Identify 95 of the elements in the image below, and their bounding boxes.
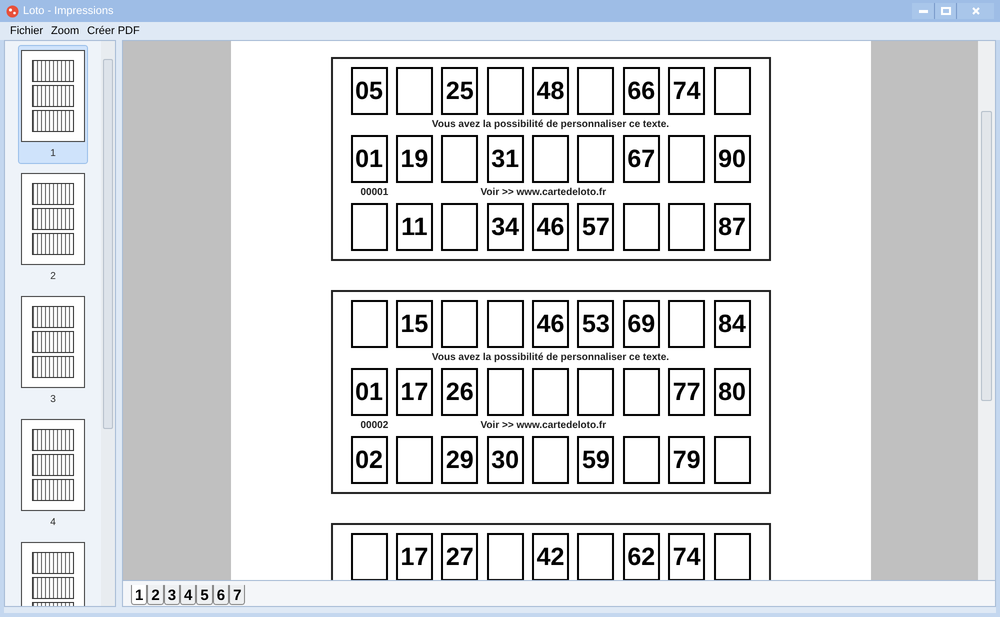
thumbnail-label: 3 bbox=[50, 393, 56, 407]
number-cell bbox=[577, 67, 614, 115]
number-cell: 80 bbox=[714, 368, 750, 416]
page-tab[interactable]: 4 bbox=[180, 585, 196, 605]
number-cell: 87 bbox=[714, 203, 750, 251]
number-cell bbox=[486, 67, 524, 115]
number-cell bbox=[668, 203, 706, 251]
number-cell bbox=[396, 436, 433, 484]
number-cell bbox=[622, 436, 660, 484]
number-cell: 05 bbox=[350, 67, 388, 115]
minimize-button[interactable] bbox=[912, 3, 934, 19]
number-cell: 30 bbox=[486, 436, 524, 484]
number-cell bbox=[486, 300, 524, 348]
scrollbar-thumb[interactable] bbox=[103, 59, 113, 429]
number-cell: 67 bbox=[622, 135, 660, 183]
number-cell bbox=[668, 300, 706, 348]
number-cell bbox=[350, 300, 388, 348]
thumbnail-label: 1 bbox=[50, 147, 56, 161]
page-thumbnail[interactable]: 4 bbox=[18, 414, 88, 533]
number-cell bbox=[622, 368, 660, 416]
number-cell: 01 bbox=[350, 135, 388, 183]
number-cell: 66 bbox=[622, 67, 660, 115]
vertical-scrollbar[interactable] bbox=[978, 41, 995, 580]
menu-item[interactable]: Zoom bbox=[51, 22, 80, 40]
maximize-icon bbox=[940, 7, 950, 15]
number-cell: 53 bbox=[577, 300, 614, 348]
number-cell: 62 bbox=[622, 533, 660, 580]
number-cell: 17 bbox=[396, 368, 433, 416]
number-cell bbox=[577, 135, 614, 183]
maximize-button[interactable] bbox=[934, 3, 956, 19]
number-cell bbox=[532, 436, 569, 484]
number-cell: 19 bbox=[396, 135, 433, 183]
number-cell: 17 bbox=[396, 533, 433, 580]
scrollbar-thumb[interactable] bbox=[981, 111, 992, 401]
number-cell bbox=[577, 368, 614, 416]
page-tab[interactable]: 3 bbox=[164, 585, 180, 605]
page-thumbnail[interactable]: 1 bbox=[18, 45, 88, 164]
number-cell: 29 bbox=[441, 436, 478, 484]
page-tab[interactable]: 2 bbox=[147, 585, 164, 605]
number-cell: 27 bbox=[441, 533, 478, 580]
number-cell: 15 bbox=[396, 300, 433, 348]
card-message: Vous avez la possibilité de personnaliser ce texte. bbox=[430, 119, 670, 131]
thumbnail-label: 4 bbox=[50, 516, 56, 530]
page-tab[interactable]: 6 bbox=[212, 585, 230, 605]
number-cell: 02 bbox=[350, 436, 388, 484]
number-cell: 57 bbox=[577, 203, 614, 251]
menu-item[interactable]: Fichier bbox=[10, 22, 44, 40]
number-cell bbox=[714, 436, 750, 484]
number-cell bbox=[396, 67, 433, 115]
card-message: Vous avez la possibilité de personnaliser ce texte. bbox=[430, 352, 670, 364]
number-cell: 48 bbox=[532, 67, 569, 115]
close-button[interactable] bbox=[956, 3, 994, 19]
number-cell: 34 bbox=[486, 203, 524, 251]
window-title: Loto - Impressions bbox=[23, 4, 114, 19]
number-cell: 46 bbox=[532, 300, 569, 348]
number-cell: 59 bbox=[577, 436, 614, 484]
number-cell: 74 bbox=[668, 67, 706, 115]
number-cell: 84 bbox=[714, 300, 750, 348]
number-cell: 11 bbox=[396, 203, 433, 251]
page-tab[interactable]: 5 bbox=[196, 585, 213, 605]
number-cell: 01 bbox=[350, 368, 388, 416]
number-cell bbox=[441, 203, 478, 251]
vertical-scrollbar[interactable] bbox=[101, 41, 115, 606]
app-icon bbox=[6, 4, 19, 18]
menu-item[interactable]: Créer PDF bbox=[87, 22, 140, 40]
minimize-icon bbox=[918, 10, 928, 12]
number-cell: 69 bbox=[622, 300, 660, 348]
number-cell bbox=[714, 67, 750, 115]
number-cell: 42 bbox=[532, 533, 569, 580]
page-thumbnail[interactable]: 2 bbox=[18, 168, 88, 287]
number-cell: 31 bbox=[486, 135, 524, 183]
number-cell bbox=[486, 368, 524, 416]
number-cell: 90 bbox=[714, 135, 750, 183]
page-tab[interactable]: 7 bbox=[229, 585, 246, 605]
close-icon bbox=[972, 7, 980, 15]
number-cell bbox=[441, 300, 478, 348]
serial-number: 00001 bbox=[360, 187, 390, 199]
website-text: Voir >> www.cartedeloto.fr bbox=[480, 187, 606, 199]
number-cell: 26 bbox=[441, 368, 478, 416]
number-cell: 79 bbox=[668, 436, 706, 484]
page-tab[interactable]: 1 bbox=[131, 585, 148, 605]
number-cell bbox=[350, 203, 388, 251]
number-cell bbox=[532, 368, 569, 416]
number-cell: 46 bbox=[532, 203, 569, 251]
serial-number: 00002 bbox=[360, 420, 390, 432]
thumbnail-label: 2 bbox=[50, 270, 56, 284]
number-cell: 25 bbox=[441, 67, 478, 115]
number-cell bbox=[532, 135, 569, 183]
website-text: Voir >> www.cartedeloto.fr bbox=[480, 420, 606, 432]
number-cell bbox=[441, 135, 478, 183]
number-cell: 77 bbox=[668, 368, 706, 416]
number-cell: 74 bbox=[668, 533, 706, 580]
number-cell bbox=[668, 135, 706, 183]
page-thumbnail[interactable]: 3 bbox=[18, 291, 88, 410]
number-cell bbox=[622, 203, 660, 251]
